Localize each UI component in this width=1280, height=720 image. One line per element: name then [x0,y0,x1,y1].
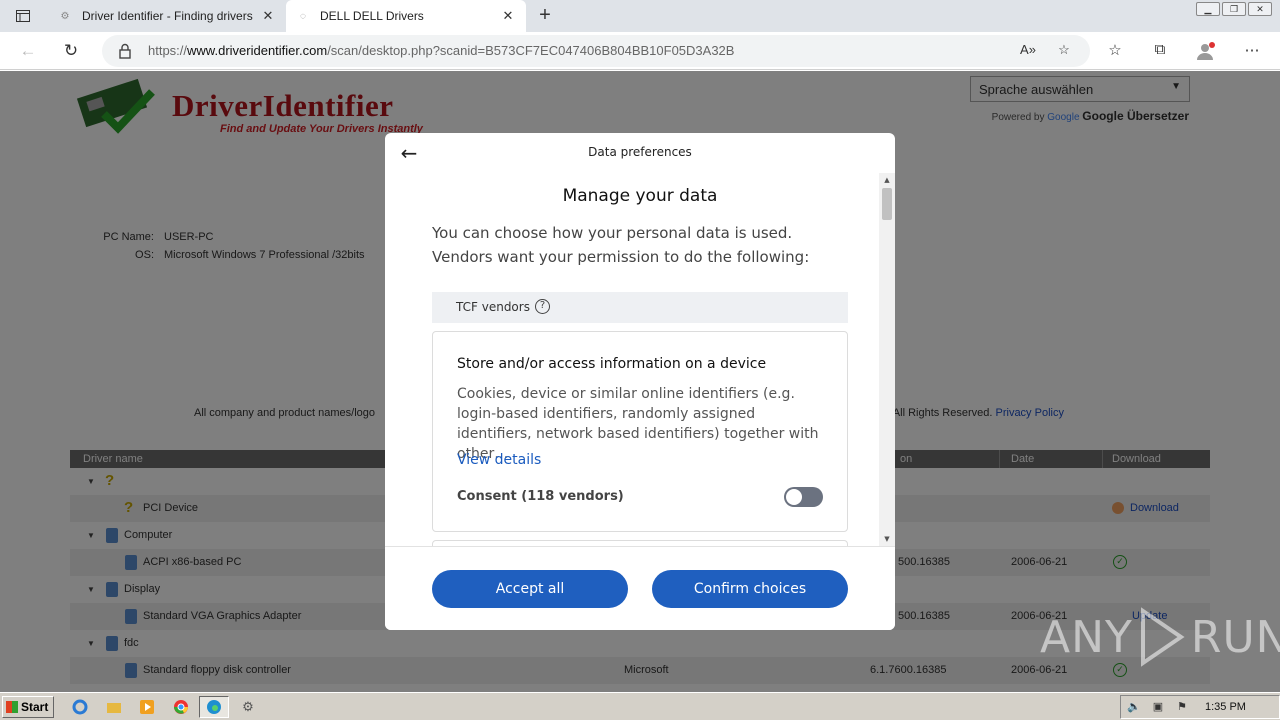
scroll-thumb[interactable] [882,188,892,220]
url-bar[interactable]: https://www.driveridentifier.com/scan/de… [102,35,1090,67]
help-icon[interactable]: ? [535,299,550,314]
dialog-title: Data preferences [588,145,692,159]
dialog-footer: Accept all Confirm choices [385,546,895,630]
driver-identifier-taskbar-icon[interactable]: ⚙ [236,696,260,718]
tab-actions-icon [16,10,30,22]
consent-toggle[interactable] [784,487,823,507]
tab-dell-drivers[interactable]: ◌ DELL DELL Drivers ✕ [286,0,526,32]
add-favorite-icon[interactable]: ☆ [1054,42,1074,60]
purpose-card: Store and/or access information on a dev… [432,331,848,532]
start-button[interactable]: Start [2,696,54,718]
more-menu-icon[interactable]: ⋯ [1241,41,1263,61]
taskbar: Start ⚙ 🔈 ▣ ⚑ 1:35 PM [0,692,1280,720]
confirm-choices-button[interactable]: Confirm choices [652,570,848,608]
gear-favicon-icon: ⚙ [60,10,70,22]
scroll-down-icon[interactable]: ▼ [879,532,895,546]
action-center-flag-icon[interactable]: ⚑ [1175,700,1189,714]
watermark-text-right: RUN [1190,611,1280,663]
anyrun-watermark: ANY RUN [1040,607,1280,667]
address-bar-row: ← ↻ https://www.driveridentifier.com/sca… [0,32,1280,70]
volume-icon[interactable]: 🔈 [1127,700,1141,714]
watermark-text-left: ANY [1040,611,1133,663]
network-icon[interactable]: ▣ [1151,700,1165,714]
explorer-taskbar-icon[interactable] [102,696,126,718]
tab-title: Driver Identifier - Finding drivers [82,9,253,23]
back-button[interactable]: ← [15,38,41,64]
url-text: https://www.driveridentifier.com/scan/de… [148,43,735,58]
tab-close-icon[interactable]: ✕ [260,8,276,24]
purpose-title: Store and/or access information on a dev… [457,356,767,372]
view-details-link[interactable]: View details [457,452,541,468]
lock-icon [119,43,131,59]
dialog-scrollbar[interactable]: ▲ ▼ [879,173,895,546]
play-triangle-icon [1140,607,1185,667]
close-window-button[interactable]: ✕ [1248,2,1272,16]
collections-icon[interactable]: ⧉ [1149,41,1171,61]
new-tab-button[interactable]: + [534,4,556,26]
minimize-button[interactable]: ▁ [1196,2,1220,16]
profile-avatar-icon[interactable] [1195,41,1217,61]
data-preferences-dialog: ← Data preferences Manage your data You … [385,133,895,630]
restore-button[interactable]: ❐ [1222,2,1246,16]
dialog-heading: Manage your data [562,186,718,206]
scroll-up-icon[interactable]: ▲ [879,173,895,187]
read-aloud-icon[interactable]: A» [1018,42,1038,60]
edge-taskbar-icon[interactable] [199,696,229,718]
dialog-intro: You can choose how your personal data is… [432,224,810,266]
chrome-taskbar-icon[interactable] [169,696,193,718]
accept-all-button[interactable]: Accept all [432,570,628,608]
tab-actions-button[interactable] [8,6,38,26]
taskbar-clock[interactable]: 1:35 PM [1205,701,1246,713]
consent-label: Consent (118 vendors) [457,489,624,504]
tab-driver-identifier[interactable]: ⚙ Driver Identifier - Finding drivers ✕ [48,0,286,32]
window-controls: ▁ ❐ ✕ [1196,2,1272,16]
start-label: Start [21,700,49,714]
toggle-knob [786,489,802,505]
tab-strip: ⚙ Driver Identifier - Finding drivers ✕ … [0,0,1280,32]
favorites-icon[interactable]: ☆ [1104,41,1126,61]
media-player-taskbar-icon[interactable] [135,696,159,718]
dialog-scroll-area[interactable]: Manage your data You can choose how your… [385,173,895,546]
refresh-button[interactable]: ↻ [58,38,84,64]
windows-logo-icon [6,701,18,713]
section-label: TCF vendors [456,300,530,314]
tab-title: DELL DELL Drivers [320,9,424,23]
tab-close-icon[interactable]: ✕ [500,8,516,24]
tcf-vendors-section: TCF vendors ? [432,292,848,323]
system-tray: 🔈 ▣ ⚑ 1:35 PM [1120,695,1280,719]
loading-favicon-icon: ◌ [300,10,306,22]
ie-taskbar-icon[interactable] [68,696,92,718]
